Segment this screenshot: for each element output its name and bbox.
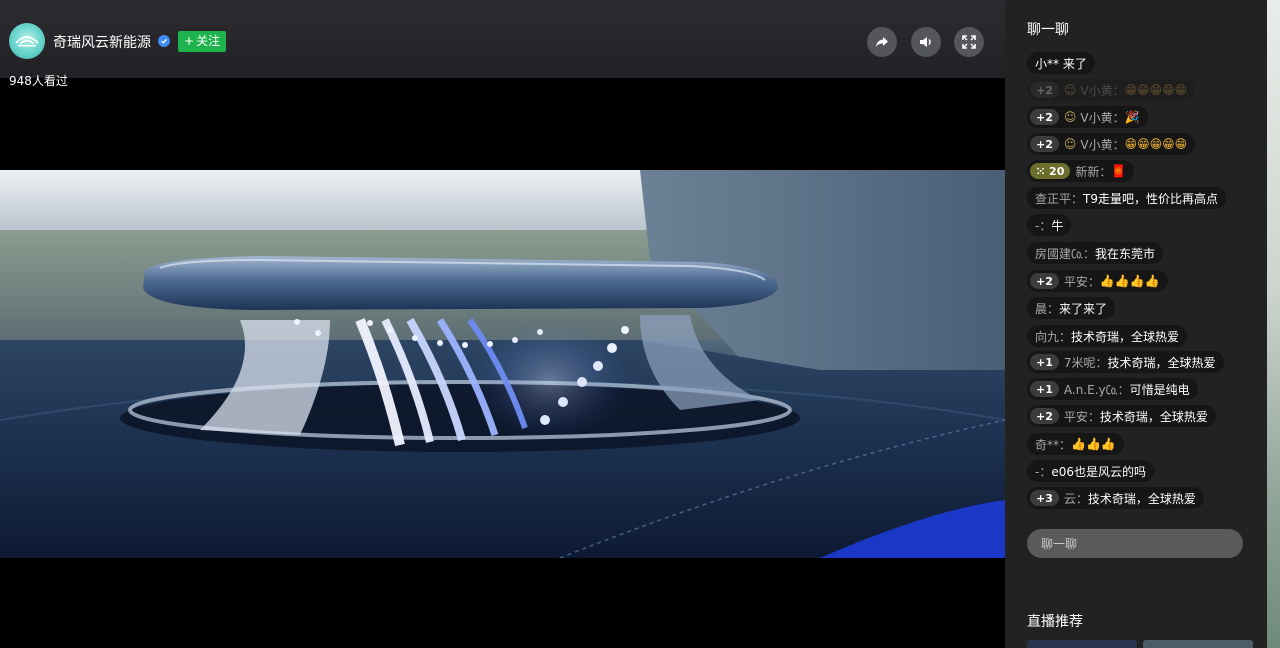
chat-text: 来了 bbox=[1062, 56, 1087, 71]
share-icon bbox=[876, 37, 888, 47]
chat-user: V小黄： bbox=[1080, 83, 1125, 98]
chat-message: 小** 来了 bbox=[1027, 52, 1095, 74]
smiley-icon: ☺ bbox=[1063, 83, 1077, 97]
chat-emojis: 😁😁😁😁😁 bbox=[1124, 83, 1188, 97]
chat-message: +2 ☺ V小黄： 😁😁😁😁😁 bbox=[1027, 79, 1196, 101]
gift-badge: +2 bbox=[1030, 136, 1059, 152]
chat-user: -： bbox=[1035, 464, 1052, 479]
chat-message: -：牛 bbox=[1027, 214, 1072, 236]
chat-message: +3 云： 技术奇瑞，全球热爱 bbox=[1027, 487, 1204, 509]
chat-message: 查正平： T9走量吧，性价比再高点 bbox=[1027, 187, 1226, 209]
level-icon: ⁙ bbox=[1036, 164, 1050, 178]
video-content-image bbox=[0, 170, 1005, 558]
chat-user: 新新： bbox=[1075, 164, 1112, 179]
video-frame[interactable] bbox=[0, 170, 1005, 558]
level-badge: ⁙ 20 bbox=[1030, 163, 1071, 179]
chery-logo-icon bbox=[15, 36, 39, 47]
chat-emojis: 👍👍👍 bbox=[1071, 437, 1116, 451]
chat-message: 房國建㏇： 我在东莞市 bbox=[1027, 242, 1164, 264]
chat-emojis: 😁😁😁😁😁 bbox=[1124, 137, 1188, 151]
recommend-thumbnail[interactable] bbox=[1143, 640, 1253, 648]
chat-text: 技术奇瑞，全球热爱 bbox=[1099, 409, 1208, 424]
chat-text: 可惜是纯电 bbox=[1129, 382, 1190, 397]
chat-message: -： e06也是风云的吗 bbox=[1027, 460, 1154, 482]
chat-input[interactable] bbox=[1027, 529, 1243, 558]
chat-text: 来了来了 bbox=[1059, 301, 1108, 316]
chat-message: +2 ☺ V小黄： 😁😁😁😁😁 bbox=[1027, 133, 1196, 155]
channel-avatar[interactable] bbox=[9, 23, 45, 59]
chat-message: ⁙ 20 新新： 🧧 bbox=[1027, 160, 1135, 182]
view-count-text: 948人看过 bbox=[9, 74, 68, 88]
gift-badge: +2 bbox=[1030, 109, 1059, 125]
verified-icon bbox=[158, 35, 170, 47]
follow-button[interactable]: + 关注 bbox=[178, 31, 227, 52]
gift-badge: +2 bbox=[1030, 82, 1059, 98]
gift-badge: +1 bbox=[1030, 354, 1059, 370]
chat-user: V小黄： bbox=[1080, 110, 1125, 125]
channel-name[interactable]: 奇瑞风云新能源 bbox=[53, 32, 151, 52]
chat-text: 技术奇瑞，全球热爱 bbox=[1087, 491, 1196, 506]
smiley-icon: ☺ bbox=[1063, 137, 1077, 151]
chat-user: 房國建㏇： bbox=[1035, 246, 1096, 261]
chat-user: 查正平： bbox=[1035, 191, 1084, 206]
chat-panel: 聊一聊 小** 来了 +2 ☺ V小黄： 😁😁😁😁😁 +2 ☺ V小黄： 🎉 +2 ☺ V小黄：… bbox=[1005, 0, 1267, 648]
gift-badge: +1 bbox=[1030, 381, 1059, 397]
chat-message: 晨： 来了来了 bbox=[1027, 297, 1116, 319]
video-player[interactable]: 奇瑞风云新能源 + 关注 948人看过 bbox=[0, 0, 1005, 648]
chat-message: +2 平安： 技术奇瑞，全球热爱 bbox=[1027, 405, 1216, 427]
chat-title: 聊一聊 bbox=[1027, 22, 1069, 38]
chat-emojis: 👍👍👍👍 bbox=[1099, 274, 1160, 288]
chat-message: 向九： 技术奇瑞，全球热爱 bbox=[1027, 325, 1188, 347]
chat-user: 平安： bbox=[1063, 409, 1100, 424]
chat-message: 奇**： 👍👍👍 bbox=[1027, 433, 1124, 455]
chat-user: 晨： bbox=[1035, 301, 1060, 316]
chat-message: +1 7米呢： 技术奇瑞，全球热爱 bbox=[1027, 351, 1224, 373]
chat-text: e06也是风云的吗 bbox=[1051, 464, 1146, 479]
chat-text: T9走量吧，性价比再高点 bbox=[1083, 191, 1218, 206]
chat-user: 向九： bbox=[1035, 329, 1072, 344]
gift-badge: +3 bbox=[1030, 490, 1059, 506]
gift-badge: +2 bbox=[1030, 408, 1059, 424]
share-button[interactable] bbox=[867, 27, 897, 57]
chat-text: 牛 bbox=[1051, 218, 1064, 233]
chat-text: 我在东莞市 bbox=[1095, 246, 1156, 261]
chat-message: +1 A.n.E.y㏇： 可惜是纯电 bbox=[1027, 378, 1198, 400]
follow-label: 关注 bbox=[196, 34, 221, 48]
level-number: 20 bbox=[1049, 164, 1065, 178]
view-count: 948人看过 bbox=[9, 72, 68, 89]
volume-icon bbox=[920, 37, 931, 47]
smiley-icon: ☺ bbox=[1063, 110, 1077, 124]
chat-user: -： bbox=[1035, 218, 1052, 233]
fullscreen-button[interactable] bbox=[954, 27, 984, 57]
chat-user: 云： bbox=[1063, 491, 1088, 506]
player-top-bar: 奇瑞风云新能源 + 关注 bbox=[0, 0, 1005, 78]
chat-user: 7米呢： bbox=[1063, 355, 1108, 370]
recommend-title: 直播推荐 bbox=[1027, 614, 1083, 630]
follow-plus-icon: + bbox=[184, 34, 195, 48]
chat-message: +2 平安： 👍👍👍👍 bbox=[1027, 270, 1168, 292]
background-strip bbox=[1267, 0, 1280, 648]
gift-badge: +2 bbox=[1030, 273, 1059, 289]
chat-emojis: 🧧 bbox=[1111, 164, 1127, 178]
chat-user: 小** bbox=[1035, 56, 1060, 71]
fullscreen-icon bbox=[962, 35, 976, 49]
chat-user: 平安： bbox=[1063, 274, 1100, 289]
chat-user: A.n.E.y㏇： bbox=[1063, 382, 1130, 397]
chat-message: +2 ☺ V小黄： 🎉 bbox=[1027, 106, 1148, 128]
chat-text: 技术奇瑞，全球热爱 bbox=[1107, 355, 1216, 370]
chat-user: V小黄： bbox=[1080, 137, 1125, 152]
chat-user: 奇**： bbox=[1035, 437, 1072, 452]
volume-button[interactable] bbox=[911, 27, 941, 57]
chat-text: 技术奇瑞，全球热爱 bbox=[1071, 329, 1180, 344]
chat-emojis: 🎉 bbox=[1124, 110, 1140, 124]
recommend-thumbnail[interactable] bbox=[1027, 640, 1137, 648]
